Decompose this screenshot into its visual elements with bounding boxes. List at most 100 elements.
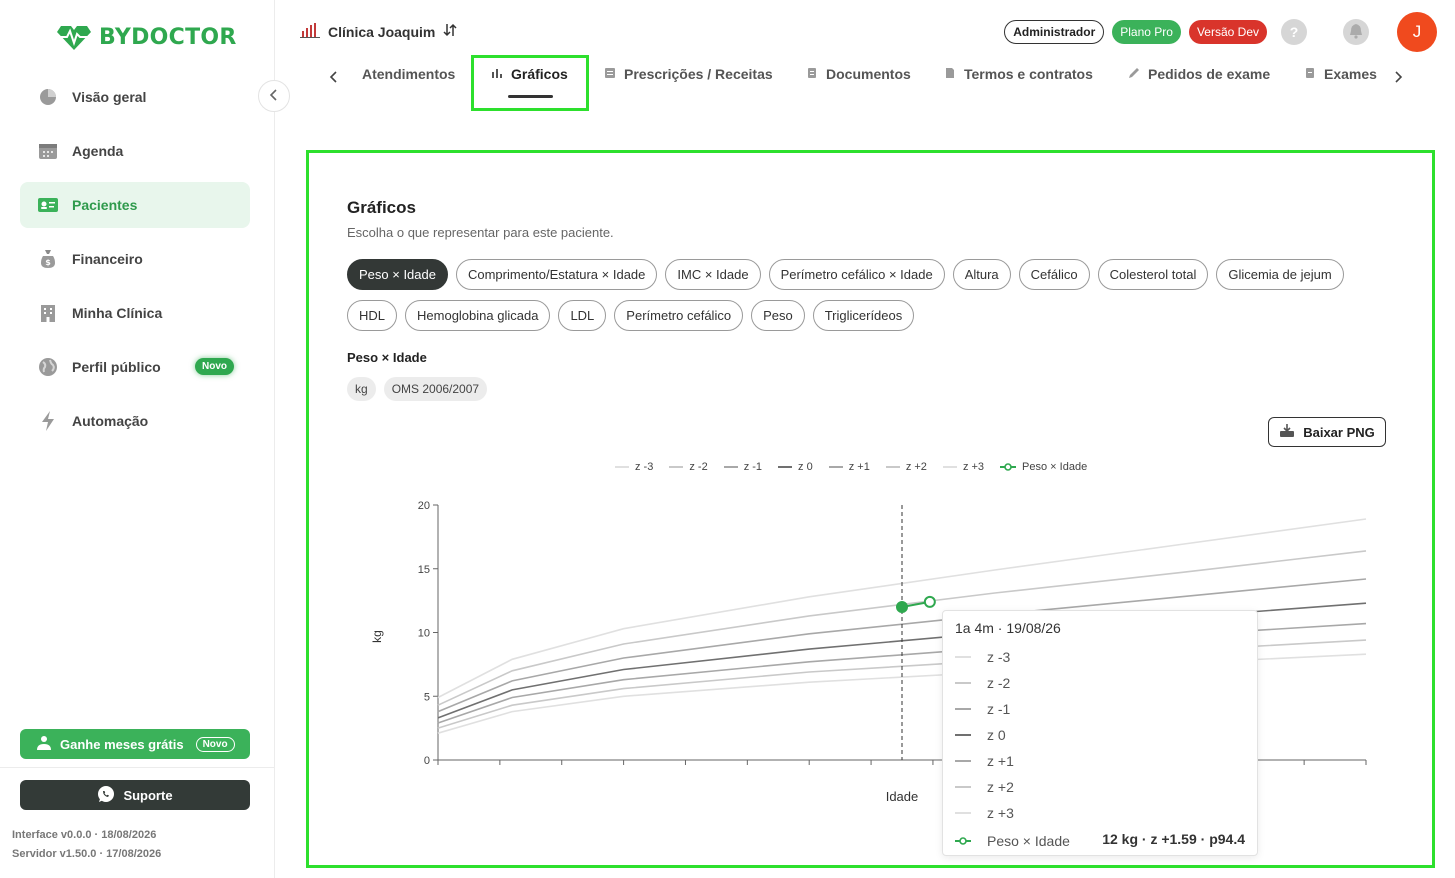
tabs-next-button[interactable] <box>1393 68 1403 89</box>
building-icon <box>38 303 58 323</box>
chart-type-chips: Peso × Idade Comprimento/Estatura × Idad… <box>347 259 1387 331</box>
patient-point <box>923 595 936 608</box>
collapse-sidebar-button[interactable] <box>258 80 290 112</box>
sidebar-item-perfil-publico[interactable]: Perfil público Novo <box>20 344 250 390</box>
help-icon: ? <box>1289 24 1299 40</box>
chip-colesterol-total[interactable]: Colesterol total <box>1097 259 1209 290</box>
brand-logo[interactable]: BYDOCTOR <box>55 22 237 52</box>
y-tick-label: 0 <box>424 755 430 767</box>
tab-documentos[interactable]: Documentos <box>806 66 911 82</box>
legend-swatch <box>778 466 793 468</box>
legend-swatch <box>885 466 900 468</box>
tooltip-row: z -1 <box>955 701 1010 717</box>
support-button[interactable]: Suporte <box>20 780 250 810</box>
clinic-switcher[interactable]: Clínica Joaquim <box>300 22 457 41</box>
tooltip-swatch <box>955 786 971 788</box>
legend-swatch <box>1000 463 1017 471</box>
chip-hdl[interactable]: HDL <box>347 300 398 331</box>
sidebar-item-label: Pacientes <box>72 197 138 213</box>
plan-badge[interactable]: Plano Pro <box>1112 20 1181 44</box>
legend-item[interactable]: z -1 <box>723 461 763 473</box>
legend-label: z -1 <box>743 461 763 473</box>
tooltip-label: z +3 <box>987 805 1014 821</box>
chip-peso-idade[interactable]: Peso × Idade <box>347 259 448 290</box>
legend-label: z +3 <box>962 461 985 473</box>
pie-chart-icon <box>38 87 58 107</box>
tooltip-patient-value: 12 kg · z +1.59 · p94.4 <box>1102 831 1245 847</box>
tabs-prev-button[interactable] <box>329 68 339 89</box>
y-axis-title: kg <box>370 630 384 643</box>
highlight-box-tab <box>471 55 589 111</box>
sidebar-item-financeiro[interactable]: $ Financeiro <box>20 236 250 282</box>
legend-label: z 0 <box>798 461 813 473</box>
patient-point <box>896 601 908 613</box>
legend-swatch <box>723 466 738 468</box>
legend-label: Peso × Idade <box>1022 461 1088 473</box>
legend-item[interactable]: z +1 <box>828 461 870 473</box>
legend-item[interactable]: z 0 <box>778 461 813 473</box>
tooltip-swatch <box>955 734 971 736</box>
tooltip-row: z -2 <box>955 675 1010 691</box>
legend-item[interactable]: Peso × Idade <box>1000 461 1087 473</box>
interface-version: Interface v0.0.0 · 18/08/2026 <box>12 829 157 841</box>
chip-hemoglobina-glicada[interactable]: Hemoglobina glicada <box>405 300 551 331</box>
chip-perimetro-cefalico-idade[interactable]: Perímetro cefálico × Idade <box>768 259 945 290</box>
admin-badge[interactable]: Administrador <box>1004 20 1105 44</box>
tab-termos-contratos[interactable]: Termos e contratos <box>944 66 1093 82</box>
tooltip-label: z +2 <box>987 779 1014 795</box>
y-tick-label: 15 <box>418 564 430 576</box>
globe-icon <box>38 357 58 377</box>
notifications-button[interactable] <box>1343 19 1369 45</box>
chip-comprimento-estatura-idade[interactable]: Comprimento/Estatura × Idade <box>455 259 658 290</box>
sidebar-item-label: Visão geral <box>72 89 147 105</box>
dev-version-badge[interactable]: Versão Dev <box>1188 20 1267 44</box>
legend-item[interactable]: z -3 <box>615 461 653 473</box>
contract-icon <box>944 66 956 82</box>
chip-glicemia-jejum[interactable]: Glicemia de jejum <box>1216 259 1344 290</box>
tooltip-row: z -3 <box>955 649 1010 665</box>
tab-prescricoes[interactable]: Prescrições / Receitas <box>604 66 773 82</box>
sidebar-item-automacao[interactable]: Automação <box>20 398 250 444</box>
chip-triglicerideos[interactable]: Triglicerídeos <box>812 300 915 331</box>
brand-heart-icon <box>57 26 91 50</box>
download-png-button[interactable]: Baixar PNG <box>1268 417 1386 447</box>
help-button[interactable]: ? <box>1281 19 1307 45</box>
free-months-button[interactable]: Ganhe meses grátis Novo <box>20 729 250 759</box>
chip-ldl[interactable]: LDL <box>558 300 607 331</box>
x-axis-title: Idade <box>886 789 919 804</box>
tab-label: Documentos <box>826 66 911 82</box>
new-badge: Novo <box>195 358 234 375</box>
tab-label: Prescrições / Receitas <box>624 66 773 82</box>
tooltip-row: z +1 <box>955 753 1014 769</box>
legend-item[interactable]: z +3 <box>942 461 985 473</box>
sidebar-item-agenda[interactable]: Agenda <box>20 128 250 174</box>
tab-exames[interactable]: Exames <box>1304 66 1377 82</box>
chip-altura[interactable]: Altura <box>952 259 1011 290</box>
sidebar-item-pacientes[interactable]: Pacientes <box>20 182 250 228</box>
page-title: Gráficos <box>347 198 416 217</box>
legend-item[interactable]: z +2 <box>885 461 927 473</box>
avatar[interactable]: J <box>1397 12 1437 52</box>
chip-perimetro-cefalico[interactable]: Perímetro cefálico <box>614 300 744 331</box>
chip-peso[interactable]: Peso <box>751 300 805 331</box>
sidebar-item-label: Financeiro <box>72 251 143 267</box>
tab-pedidos-exame[interactable]: Pedidos de exame <box>1128 66 1270 82</box>
support-label: Suporte <box>123 787 173 803</box>
legend-label: z +2 <box>905 461 927 473</box>
whatsapp-icon <box>97 785 115 806</box>
download-icon <box>1279 423 1295 441</box>
tab-atendimentos[interactable]: Atendimentos <box>362 66 455 82</box>
gift-icon <box>36 735 52 754</box>
sidebar-item-visao-geral[interactable]: Visão geral <box>20 74 250 120</box>
legend-label: z +1 <box>848 461 870 473</box>
tooltip-swatch <box>955 837 971 845</box>
legend-item[interactable]: z -2 <box>669 461 708 473</box>
sidebar-item-minha-clinica[interactable]: Minha Clínica <box>20 290 250 336</box>
chip-imc-idade[interactable]: IMC × Idade <box>665 259 761 290</box>
y-tick-label: 5 <box>424 691 430 703</box>
tooltip-header: 1a 4m · 19/08/26 <box>955 620 1061 636</box>
chip-cefalico[interactable]: Cefálico <box>1018 259 1090 290</box>
tooltip-row: z +3 <box>955 805 1014 821</box>
legend-label: z -2 <box>689 461 708 473</box>
legend-swatch <box>615 466 629 468</box>
